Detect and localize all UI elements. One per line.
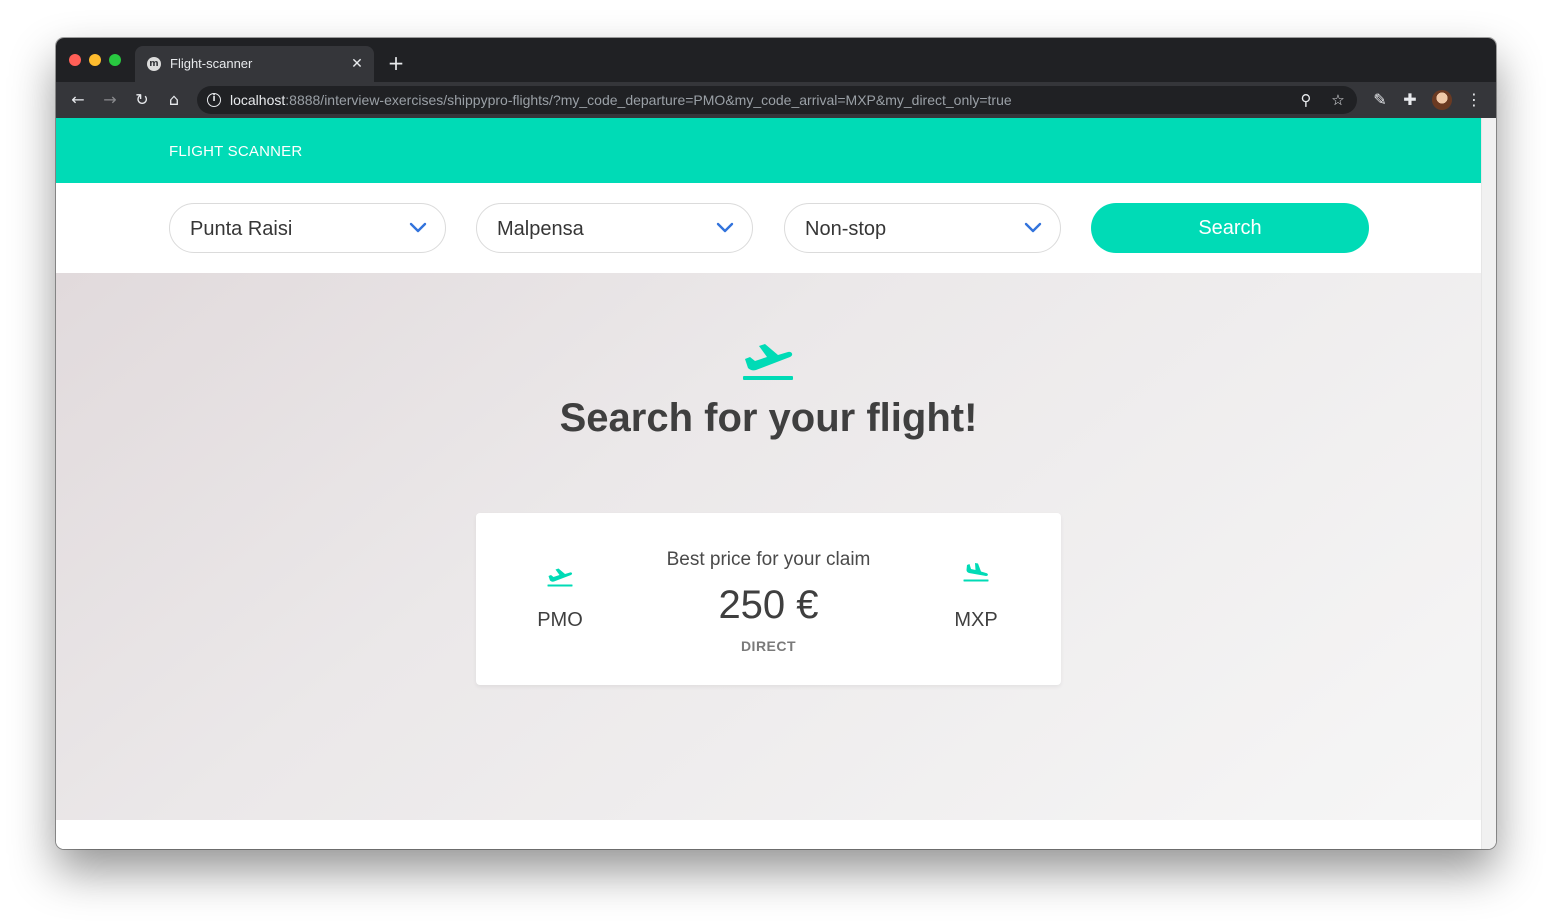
plane-departure-icon [743, 344, 793, 380]
arrival-select[interactable]: Malpensa [476, 203, 753, 253]
zoom-icon[interactable]: ⚲ [1296, 90, 1316, 110]
close-window-button[interactable] [69, 54, 81, 66]
forward-icon[interactable]: → [99, 89, 121, 111]
chevron-down-icon [716, 222, 734, 233]
new-tab-button[interactable]: + [386, 53, 406, 73]
favicon-icon: m [147, 57, 161, 71]
maximize-window-button[interactable] [109, 54, 121, 66]
bookmark-star-icon[interactable]: ☆ [1328, 90, 1348, 110]
reload-icon[interactable]: ↻ [131, 89, 153, 111]
page-content: FLIGHT SCANNER Punta Raisi Malpensa Non-… [56, 118, 1481, 849]
browser-menu-icon[interactable]: ⋮ [1463, 89, 1485, 111]
profile-avatar[interactable] [1432, 90, 1452, 110]
browser-window: m Flight-scanner ✕ + ← → ↻ ⌂ i localhost… [56, 38, 1496, 849]
search-button[interactable]: Search [1091, 203, 1369, 253]
arrival-code: MXP [954, 609, 998, 631]
app-navbar: FLIGHT SCANNER [56, 118, 1481, 183]
flight-type-badge: DIRECT [740, 638, 797, 654]
url-host: localhost [230, 92, 286, 108]
chevron-down-icon [409, 222, 427, 233]
back-icon[interactable]: ← [67, 89, 89, 111]
departure-value: Punta Raisi [190, 218, 293, 240]
brand-logo[interactable]: FLIGHT SCANNER [169, 143, 302, 160]
departure-select[interactable]: Punta Raisi [169, 203, 446, 253]
vertical-scrollbar[interactable] [1481, 118, 1496, 849]
minimize-window-button[interactable] [89, 54, 101, 66]
url-path: :8888/interview-exercises/shippypro-flig… [285, 92, 1012, 108]
arrival-value: Malpensa [497, 218, 584, 240]
tab-strip: m Flight-scanner ✕ + [56, 38, 1496, 82]
extension-icon[interactable]: ✎ [1369, 89, 1391, 111]
tab-close-icon[interactable]: ✕ [348, 55, 366, 73]
search-form: Punta Raisi Malpensa Non-stop Search [56, 183, 1481, 273]
browser-tab[interactable]: m Flight-scanner ✕ [135, 46, 374, 82]
plane-arrival-icon [963, 563, 989, 582]
chevron-down-icon [1024, 222, 1042, 233]
url-text[interactable]: localhost:8888/interview-exercises/shipp… [230, 92, 1012, 108]
browser-toolbar: ← → ↻ ⌂ i localhost:8888/interview-exerc… [56, 82, 1496, 118]
site-info-icon[interactable]: i [207, 93, 221, 107]
result-card[interactable]: PMO Best price for your claim 250 € DIRE… [476, 513, 1061, 685]
extensions-puzzle-icon[interactable]: ✚ [1399, 89, 1421, 111]
tab-title: Flight-scanner [170, 56, 253, 71]
stops-value: Non-stop [805, 218, 887, 240]
hero-section: Search for your flight! PMO Best price f… [56, 273, 1481, 820]
home-icon[interactable]: ⌂ [163, 89, 185, 111]
address-bar[interactable]: i localhost:8888/interview-exercises/shi… [197, 86, 1357, 114]
hero-title: Search for your flight! [559, 396, 978, 440]
stops-select[interactable]: Non-stop [784, 203, 1061, 253]
